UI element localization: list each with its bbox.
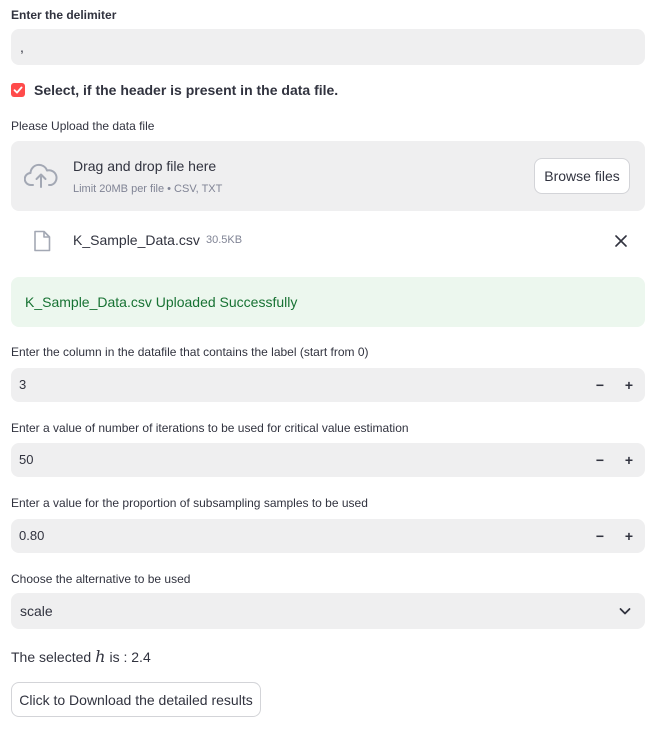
upload-success-alert: K_Sample_Data.csv Uploaded Successfully [11,277,645,327]
alternative-selected-value: scale [20,603,53,619]
alternative-select[interactable]: scale [11,593,645,629]
delimiter-label: Enter the delimiter [11,8,117,22]
proportion-decrement-button[interactable]: − [586,519,614,553]
header-checkbox-label[interactable]: Select, if the header is present in the … [34,82,338,98]
proportion-value[interactable]: 0.80 [19,528,44,543]
iterations-decrement-button[interactable]: − [586,443,614,477]
label-column-input[interactable]: 3 − + [11,368,645,402]
iterations-value[interactable]: 50 [19,452,33,467]
result-prefix: The selected [11,649,92,665]
browse-files-button[interactable]: Browse files [534,158,630,194]
close-icon [615,235,627,247]
file-dropzone[interactable]: Drag and drop file here Limit 20MB per f… [11,141,645,211]
iterations-input[interactable]: 50 − + [11,443,645,477]
upload-label: Please Upload the data file [11,119,155,133]
delimiter-input[interactable] [11,29,645,65]
result-variable: h [95,647,106,666]
chevron-down-icon [619,608,631,615]
check-icon [13,86,23,94]
app-page: Enter the delimiter Select, if the heade… [0,0,656,729]
cloud-upload-icon [24,163,58,188]
download-results-button[interactable]: Click to Download the detailed results [11,682,261,717]
uploaded-file-name: K_Sample_Data.csv [73,232,200,248]
alternative-label: Choose the alternative to be used [11,572,191,586]
file-icon [34,230,51,252]
header-checkbox[interactable] [11,83,25,97]
iterations-increment-button[interactable]: + [615,443,643,477]
dropzone-limit: Limit 20MB per file • CSV, TXT [73,183,223,195]
proportion-increment-button[interactable]: + [615,519,643,553]
label-column-increment-button[interactable]: + [615,368,643,402]
uploaded-file-size: 30.5KB [206,234,243,246]
label-column-value[interactable]: 3 [19,377,26,392]
selected-h-result: The selected h is : 2.4 [11,647,151,666]
proportion-label: Enter a value for the proportion of subs… [11,496,368,510]
label-column-decrement-button[interactable]: − [586,368,614,402]
remove-file-button[interactable] [609,229,633,253]
proportion-input[interactable]: 0.80 − + [11,519,645,553]
dropzone-title: Drag and drop file here [73,158,217,174]
result-suffix: is : 2.4 [109,649,151,665]
label-column-label: Enter the column in the datafile that co… [11,345,369,359]
iterations-label: Enter a value of number of iterations to… [11,421,409,435]
